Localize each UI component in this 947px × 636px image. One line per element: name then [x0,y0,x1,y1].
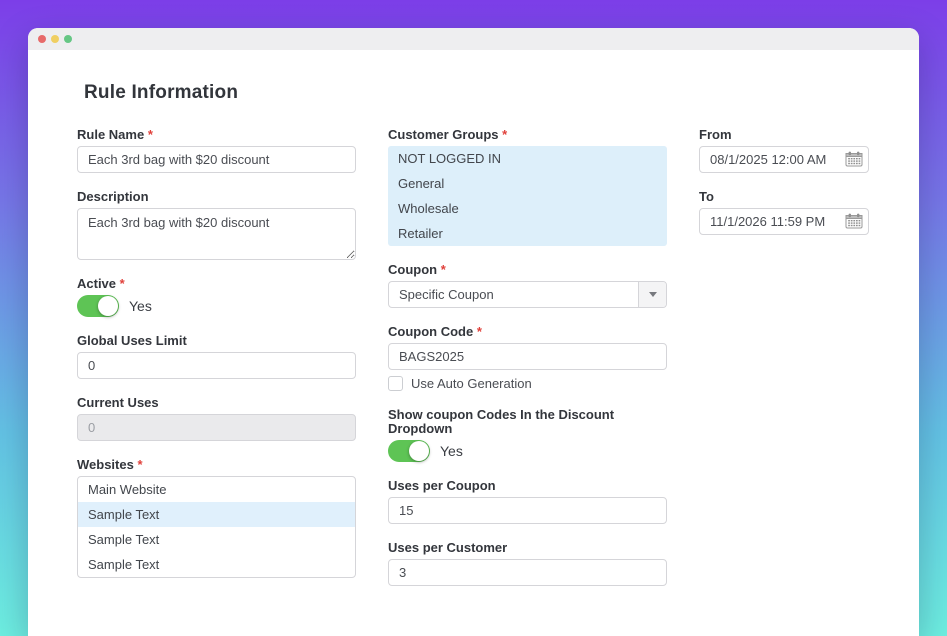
close-window-button[interactable] [38,35,46,43]
show-coupon-codes-toggle-state: Yes [440,443,463,459]
chevron-down-icon [649,292,657,297]
active-toggle-state: Yes [129,298,152,314]
current-uses-field: Current Uses [77,396,356,441]
required-asterisk: * [137,457,142,472]
coupon-select[interactable]: Specific Coupon [388,281,667,308]
global-uses-limit-field: Global Uses Limit [77,334,356,379]
coupon-label: Coupon * [388,263,667,277]
rule-name-field: Rule Name * [77,128,356,173]
form-column-left: Rule Name * Description Each 3rd bag wit… [77,128,356,603]
current-uses-input [77,414,356,441]
customer-groups-listbox: NOT LOGGED IN General Wholesale Retailer [388,146,667,246]
uses-per-coupon-input[interactable] [388,497,667,524]
calendar-icon[interactable] [845,213,863,229]
use-auto-generation-row: Use Auto Generation [388,376,667,391]
form-column-right: From [699,128,869,603]
show-coupon-codes-field: Show coupon Codes In the Discount Dropdo… [388,408,667,462]
global-uses-limit-label: Global Uses Limit [77,334,356,348]
rule-name-label: Rule Name * [77,128,356,142]
uses-per-customer-input[interactable] [388,559,667,586]
customer-groups-label: Customer Groups * [388,128,667,142]
toggle-knob-icon [98,296,118,316]
current-uses-label: Current Uses [77,396,356,410]
uses-per-customer-field: Uses per Customer [388,541,667,586]
from-date-input[interactable] [699,146,869,173]
coupon-code-label: Coupon Code * [388,325,667,339]
show-coupon-codes-label: Show coupon Codes In the Discount Dropdo… [388,408,667,436]
active-label: Active * [77,277,356,291]
form-columns: Rule Name * Description Each 3rd bag wit… [56,128,919,603]
required-asterisk: * [477,324,482,339]
calendar-icon[interactable] [845,151,863,167]
uses-per-coupon-label: Uses per Coupon [388,479,667,493]
required-asterisk: * [148,127,153,142]
show-coupon-codes-toggle[interactable] [388,440,430,462]
toggle-knob-icon [409,441,429,461]
page-content: Rule Information Rule Name * Description… [28,50,919,603]
websites-option[interactable]: Sample Text [78,552,355,577]
coupon-select-value: Specific Coupon [399,287,494,302]
coupon-select-button[interactable] [638,282,666,307]
required-asterisk: * [441,262,446,277]
rule-name-input[interactable] [77,146,356,173]
customer-groups-field: Customer Groups * NOT LOGGED IN General … [388,128,667,246]
websites-label: Websites * [77,458,356,472]
uses-per-customer-label: Uses per Customer [388,541,667,555]
maximize-window-button[interactable] [64,35,72,43]
to-date-input[interactable] [699,208,869,235]
form-column-middle: Customer Groups * NOT LOGGED IN General … [388,128,667,603]
to-field: To [699,190,869,235]
websites-option[interactable]: Main Website [78,477,355,502]
from-field: From [699,128,869,173]
uses-per-coupon-field: Uses per Coupon [388,479,667,524]
customer-groups-option[interactable]: NOT LOGGED IN [388,146,667,171]
websites-listbox: Main Website Sample Text Sample Text Sam… [77,476,356,578]
global-uses-limit-input[interactable] [77,352,356,379]
active-field: Active * Yes [77,277,356,317]
page-title: Rule Information [84,82,919,104]
coupon-code-input[interactable] [388,343,667,370]
websites-option[interactable]: Sample Text [78,527,355,552]
required-asterisk: * [120,276,125,291]
active-toggle[interactable] [77,295,119,317]
description-field: Description Each 3rd bag with $20 discou… [77,190,356,260]
description-label: Description [77,190,356,204]
use-auto-generation-checkbox[interactable] [388,376,403,391]
coupon-code-field: Coupon Code * Use Auto Generation [388,325,667,391]
description-textarea[interactable]: Each 3rd bag with $20 discount [77,208,356,260]
minimize-window-button[interactable] [51,35,59,43]
customer-groups-option[interactable]: Retailer [388,221,667,246]
window-titlebar [28,28,919,50]
browser-window: Rule Information Rule Name * Description… [28,28,919,636]
use-auto-generation-label: Use Auto Generation [411,376,532,391]
required-asterisk: * [502,127,507,142]
from-label: From [699,128,869,142]
coupon-field: Coupon * Specific Coupon [388,263,667,308]
websites-field: Websites * Main Website Sample Text Samp… [77,458,356,578]
customer-groups-option[interactable]: General [388,171,667,196]
websites-option-selected[interactable]: Sample Text [78,502,355,527]
customer-groups-option[interactable]: Wholesale [388,196,667,221]
to-label: To [699,190,869,204]
